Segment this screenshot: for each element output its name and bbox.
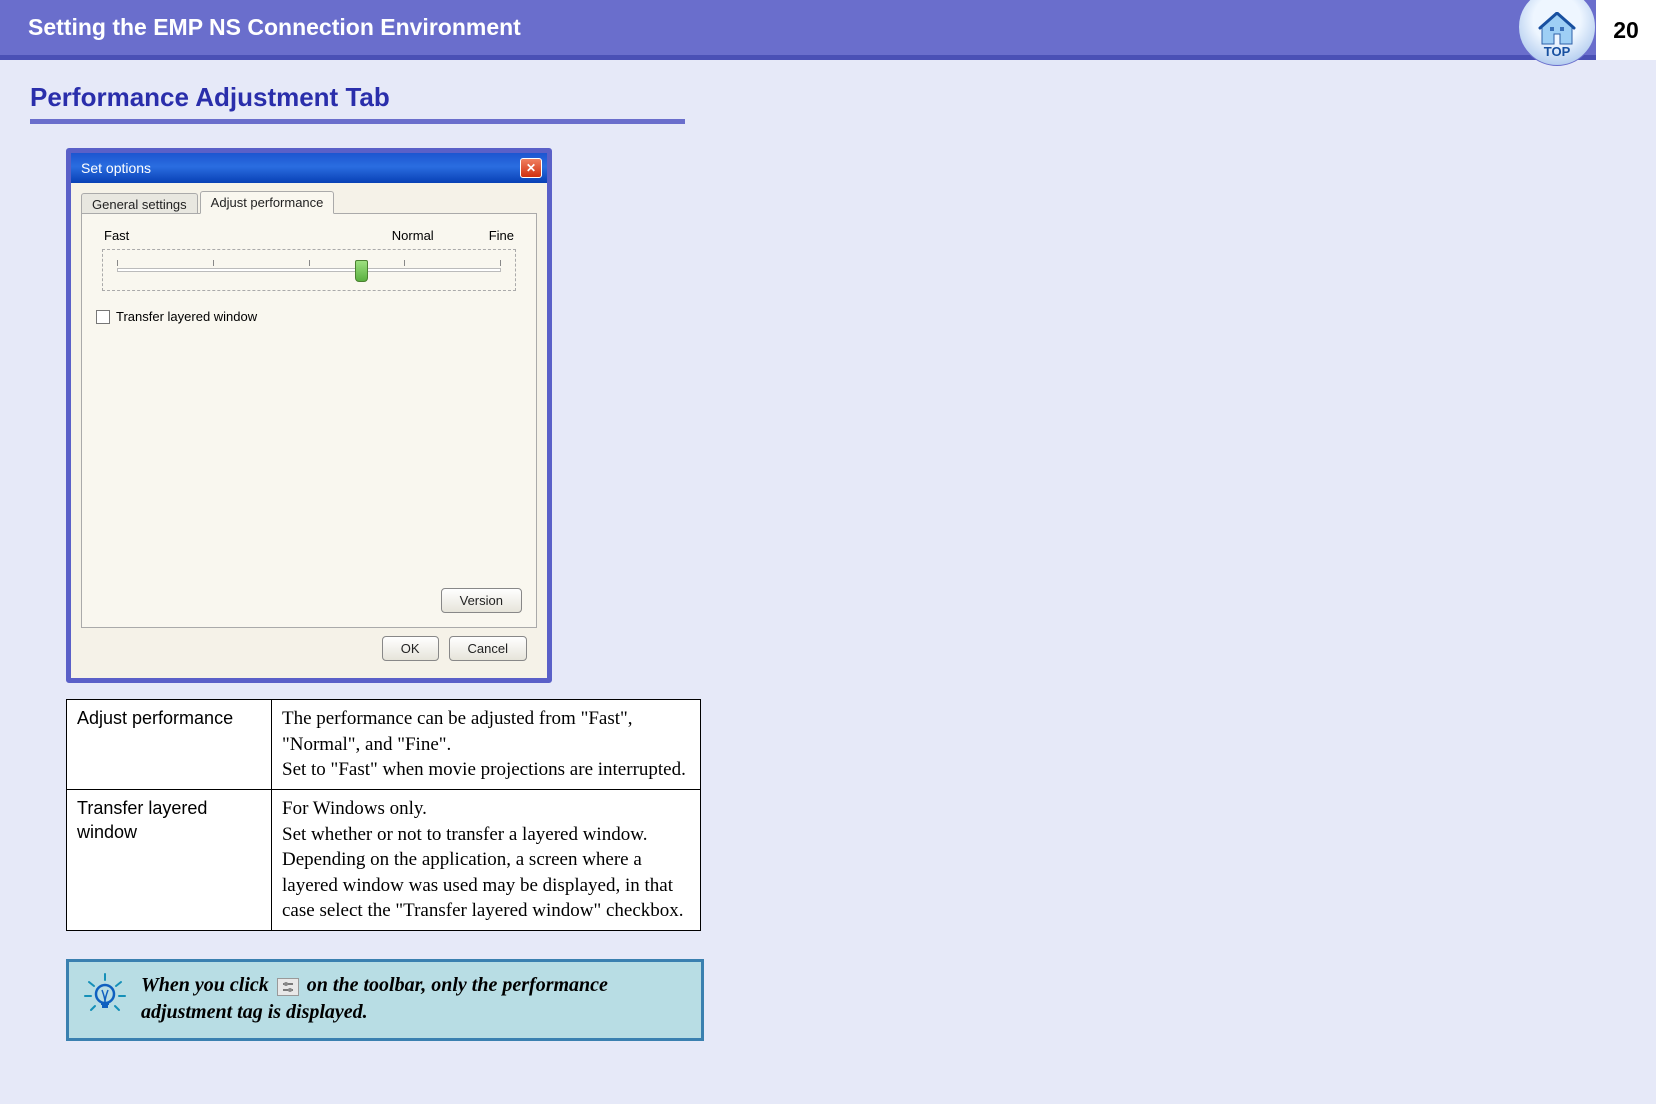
slider-label-normal: Normal	[392, 228, 434, 243]
dialog-screenshot: Set options ✕ General settings Adjust pe…	[66, 148, 552, 683]
heading-underline	[30, 119, 685, 124]
slider-thumb[interactable]	[355, 260, 368, 282]
transfer-layered-checkbox-row[interactable]: Transfer layered window	[96, 309, 522, 324]
dialog-titlebar: Set options ✕	[71, 153, 547, 183]
checkbox-label: Transfer layered window	[116, 309, 257, 324]
header-title: Setting the EMP NS Connection Environmen…	[28, 14, 521, 41]
lightbulb-icon	[83, 972, 127, 1021]
cancel-button[interactable]: Cancel	[449, 636, 527, 661]
slider-label-fine: Fine	[489, 228, 514, 243]
tab-adjust-performance[interactable]: Adjust performance	[200, 191, 335, 214]
dialog-body: General settings Adjust performance Fast…	[71, 183, 547, 678]
dialog-footer: OK Cancel	[81, 628, 537, 673]
version-button[interactable]: Version	[441, 588, 522, 613]
top-badge-label: TOP	[1544, 44, 1571, 59]
row-key: Adjust performance	[67, 700, 272, 790]
ok-button[interactable]: OK	[382, 636, 439, 661]
tabstrip: General settings Adjust performance	[81, 191, 537, 214]
performance-slider[interactable]	[102, 249, 516, 291]
dialog-title: Set options	[81, 160, 151, 176]
toolbar-sliders-icon	[277, 978, 299, 996]
page-number: 20	[1596, 0, 1656, 60]
tab-panel: Fast Normal Fine	[81, 213, 537, 628]
checkbox-icon[interactable]	[96, 310, 110, 324]
row-key: Transfer layered window	[67, 789, 272, 930]
top-link-badge[interactable]: TOP	[1518, 0, 1596, 66]
tip-box: When you click on the toolbar, only the …	[66, 959, 704, 1041]
tip-text: When you click on the toolbar, only the …	[141, 972, 687, 1026]
page-header: Setting the EMP NS Connection Environmen…	[0, 0, 1656, 60]
row-value: For Windows only.Set whether or not to t…	[272, 789, 701, 930]
section-heading: Performance Adjustment Tab	[30, 82, 1626, 113]
table-row: Adjust performance The performance can b…	[67, 700, 701, 790]
set-options-dialog: Set options ✕ General settings Adjust pe…	[66, 148, 552, 683]
table-row: Transfer layered window For Windows only…	[67, 789, 701, 930]
description-table: Adjust performance The performance can b…	[66, 699, 701, 931]
row-value: The performance can be adjusted from "Fa…	[272, 700, 701, 790]
tip-text-before: When you click	[141, 974, 274, 996]
slider-label-fast: Fast	[104, 228, 392, 243]
close-icon[interactable]: ✕	[520, 158, 542, 178]
content-area: Performance Adjustment Tab Set options ✕…	[0, 60, 1656, 1063]
slider-labels: Fast Normal Fine	[96, 228, 522, 243]
house-icon	[1538, 12, 1576, 46]
